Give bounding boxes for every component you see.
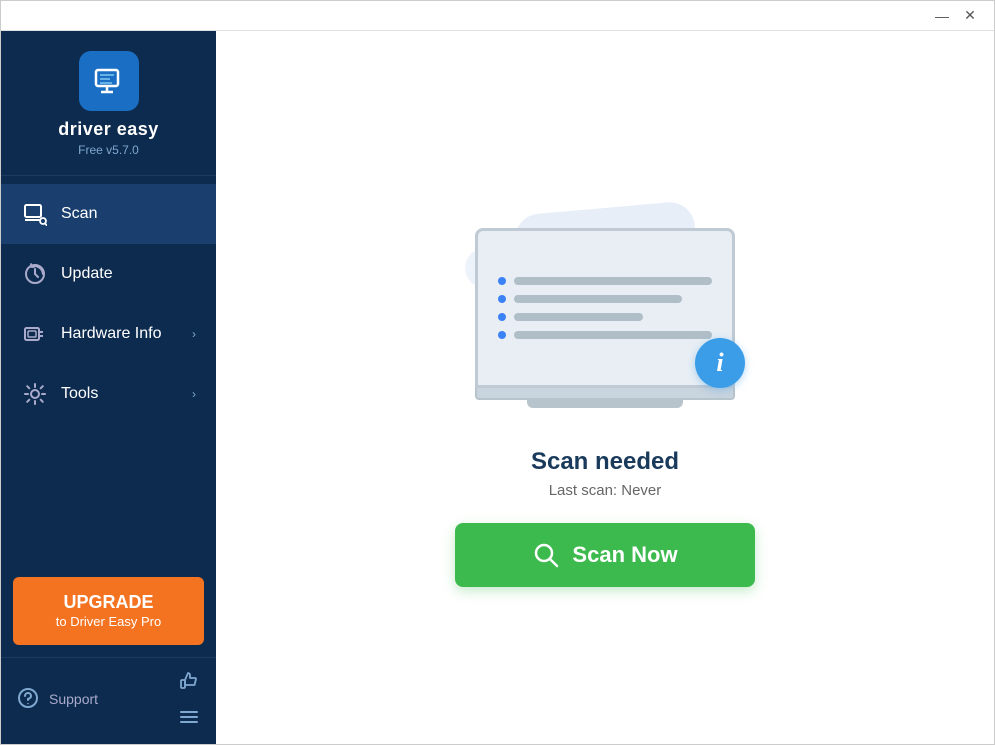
support-item[interactable]: Support (1, 687, 98, 711)
app-window: — ✕ (0, 0, 995, 745)
line-2 (514, 295, 682, 303)
laptop-stand (527, 400, 683, 408)
info-badge: i (695, 338, 745, 388)
support-icon (17, 687, 41, 711)
sidebar-item-update[interactable]: Update (1, 244, 216, 304)
sidebar-item-scan[interactable]: Scan (1, 184, 216, 244)
hardware-icon (21, 320, 49, 348)
tools-arrow: › (192, 387, 196, 401)
main-content: i Scan needed Last scan: Never Scan Now (216, 31, 994, 744)
scan-illustration: i (435, 188, 775, 428)
line-1 (514, 277, 712, 285)
dot-2 (498, 295, 506, 303)
dot-3 (498, 313, 506, 321)
scan-status: Scan needed Last scan: Never (531, 448, 679, 499)
update-icon (21, 260, 49, 288)
upgrade-main-text: UPGRADE (23, 591, 194, 614)
minimize-button[interactable]: — (928, 5, 956, 27)
hardware-info-arrow: › (192, 327, 196, 341)
scan-now-button[interactable]: Scan Now (455, 523, 755, 587)
upgrade-button[interactable]: UPGRADE to Driver Easy Pro (13, 577, 204, 645)
sidebar: driver easy Free v5.7.0 Scan (1, 31, 216, 744)
laptop-row-3 (498, 313, 712, 321)
laptop-illustration (475, 228, 735, 408)
sidebar-item-tools[interactable]: Tools › (1, 364, 216, 424)
laptop-row-2 (498, 295, 712, 303)
app-logo-icon (79, 51, 139, 111)
laptop-base (475, 388, 735, 400)
app-version: Free v5.7.0 (78, 143, 139, 157)
support-label: Support (49, 691, 98, 707)
list-icon[interactable] (176, 704, 202, 730)
last-scan-label: Last scan: Never (531, 482, 679, 499)
title-bar: — ✕ (1, 1, 994, 31)
tools-icon (21, 380, 49, 408)
thumbs-up-icon[interactable] (176, 668, 202, 694)
line-3 (514, 313, 643, 321)
laptop-row-4 (498, 331, 712, 339)
sidebar-bottom-icons (176, 668, 216, 730)
scan-now-label: Scan Now (572, 542, 677, 568)
close-button[interactable]: ✕ (956, 5, 984, 27)
scan-needed-title: Scan needed (531, 448, 679, 476)
logo-svg (90, 62, 128, 100)
logo-area: driver easy Free v5.7.0 (1, 31, 216, 176)
nav-items: Scan Update (1, 176, 216, 567)
laptop-row-1 (498, 277, 712, 285)
update-label: Update (61, 265, 196, 283)
upgrade-sub-text: to Driver Easy Pro (23, 614, 194, 631)
app-name: driver easy (58, 119, 159, 141)
search-icon (532, 541, 560, 569)
app-body: driver easy Free v5.7.0 Scan (1, 31, 994, 744)
dot-1 (498, 277, 506, 285)
sidebar-bottom: Support (1, 657, 216, 744)
sidebar-item-hardware-info[interactable]: Hardware Info › (1, 304, 216, 364)
tools-label: Tools (61, 385, 192, 403)
scan-icon (21, 200, 49, 228)
dot-4 (498, 331, 506, 339)
scan-label: Scan (61, 205, 196, 223)
line-4 (514, 331, 712, 339)
hardware-info-label: Hardware Info (61, 325, 192, 343)
